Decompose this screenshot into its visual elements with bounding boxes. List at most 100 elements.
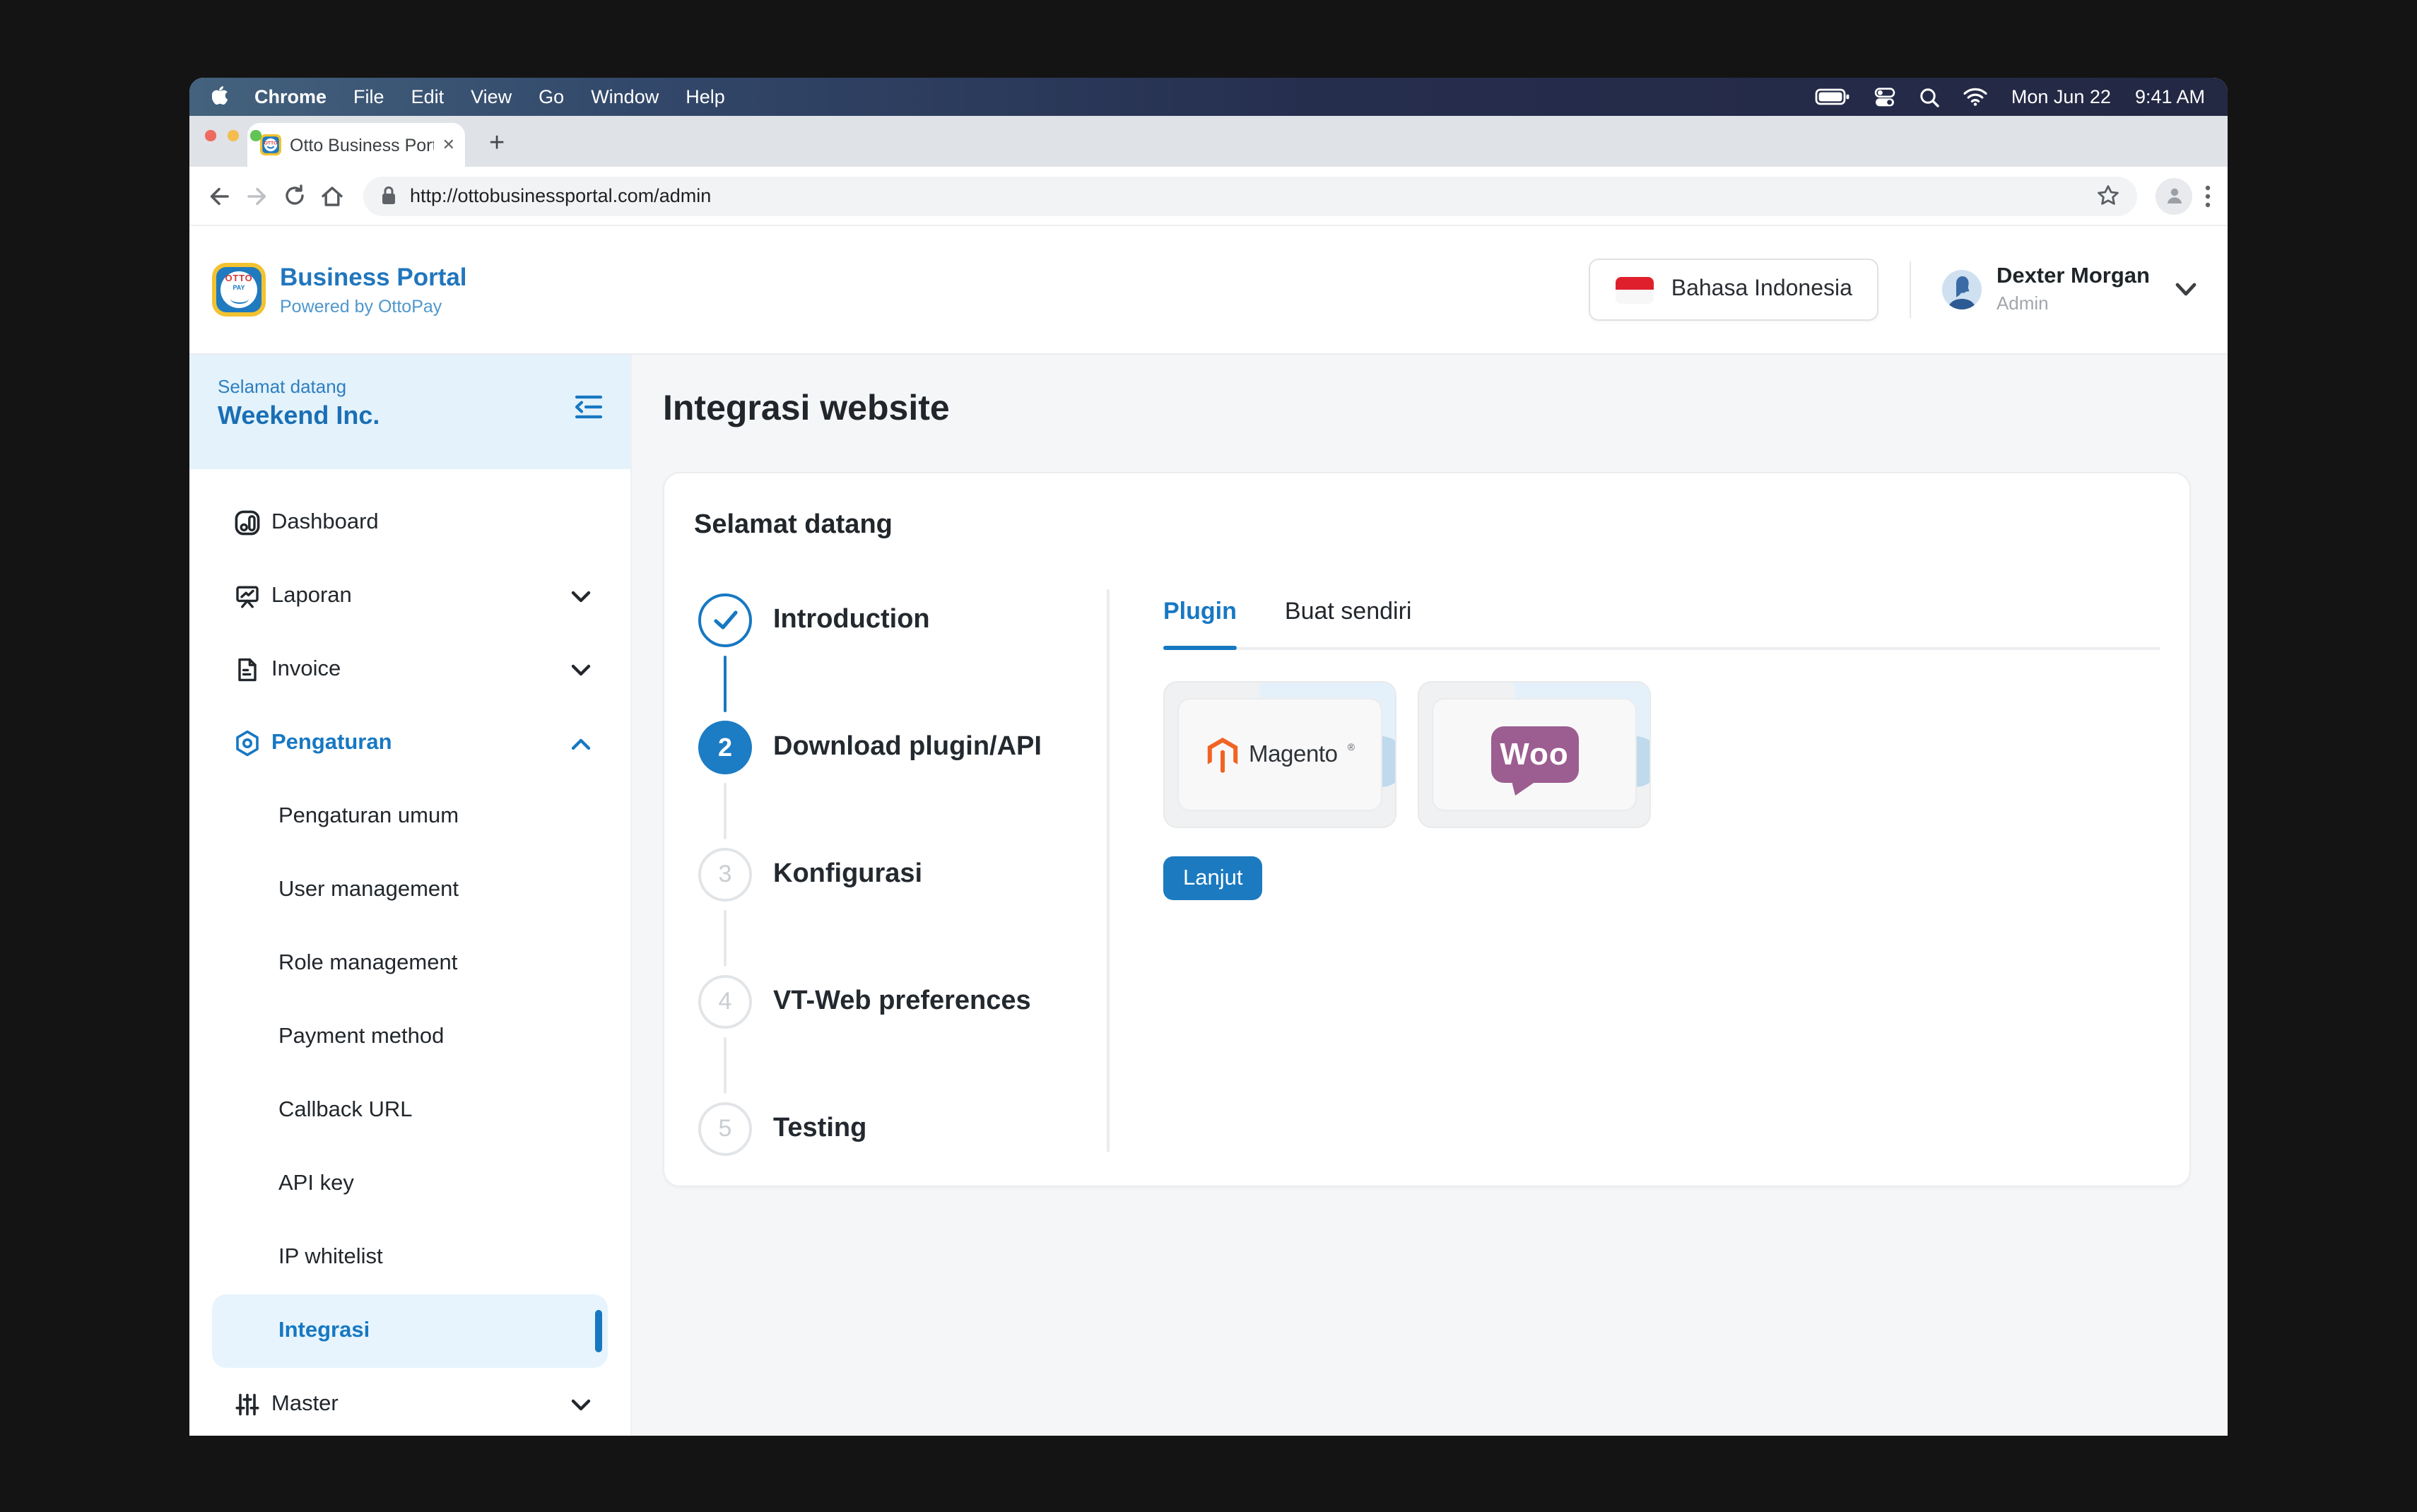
- sidebar-item-master[interactable]: Master: [189, 1368, 630, 1436]
- browser-profile-icon[interactable]: [2156, 177, 2192, 214]
- sidebar-subitem-payment-method[interactable]: Payment method: [189, 1000, 630, 1074]
- sidebar-subitem-integrasi[interactable]: Integrasi: [212, 1294, 608, 1368]
- continue-button[interactable]: Lanjut: [1163, 856, 1262, 900]
- menubar-app-name[interactable]: Chrome: [254, 86, 327, 107]
- step-number: 4: [698, 975, 752, 1029]
- menubar-clock[interactable]: 9:41 AM: [2135, 86, 2205, 107]
- spotlight-search-icon[interactable]: [1919, 87, 1939, 107]
- subitem-label: Payment method: [278, 1024, 444, 1050]
- subitem-label: Integrasi: [278, 1318, 370, 1344]
- apple-icon[interactable]: [212, 86, 230, 107]
- language-selector[interactable]: Bahasa Indonesia: [1589, 259, 1879, 321]
- plugin-name: Magento: [1249, 741, 1338, 768]
- ottopay-logo: OTTO PAY: [212, 263, 266, 317]
- sidebar-item-label: Laporan: [271, 584, 352, 609]
- wifi-icon[interactable]: [1963, 88, 1987, 106]
- trademark-mark: ®: [1348, 743, 1355, 752]
- invoice-icon: [233, 656, 261, 684]
- language-label: Bahasa Indonesia: [1671, 277, 1852, 302]
- step-number: 2: [698, 721, 752, 774]
- lock-icon: [380, 185, 397, 206]
- menubar-go[interactable]: Go: [539, 86, 564, 107]
- home-icon[interactable]: [319, 183, 345, 208]
- report-icon: [233, 582, 261, 610]
- plugin-tile-woocommerce[interactable]: Woo: [1418, 681, 1651, 828]
- chevron-down-icon: [571, 1398, 591, 1411]
- woocommerce-logo: Woo: [1490, 726, 1578, 783]
- control-center-icon[interactable]: [1874, 87, 1895, 107]
- window-minimize-button[interactable]: [228, 130, 238, 141]
- back-icon[interactable]: [206, 183, 232, 208]
- tab-close-icon[interactable]: ✕: [442, 136, 455, 154]
- sidebar-item-label: Pengaturan: [271, 731, 392, 756]
- portal-header: OTTO PAY Business Portal Powered by Otto…: [189, 226, 2228, 355]
- window-zoom-button[interactable]: [250, 130, 261, 141]
- tab-favicon: OTTO: [260, 134, 281, 155]
- browser-toolbar: http://ottobusinessportal.com/admin: [189, 167, 2228, 226]
- sidebar: Selamat datang Weekend Inc. Dashboard: [189, 355, 632, 1436]
- sidebar-collapse-icon[interactable]: [572, 391, 605, 423]
- user-menu-chevron-icon[interactable]: [2175, 283, 2197, 297]
- subitem-label: IP whitelist: [278, 1245, 383, 1270]
- card-divider: [1107, 589, 1109, 1152]
- sidebar-item-laporan[interactable]: Laporan: [189, 560, 630, 633]
- chevron-down-icon: [571, 590, 591, 603]
- portal-subtitle: Powered by OttoPay: [280, 297, 467, 317]
- magento-logo-icon: [1205, 736, 1239, 774]
- sidebar-subitem-callback-url[interactable]: Callback URL: [189, 1074, 630, 1147]
- welcome-label: Selamat datang: [218, 376, 602, 397]
- step-number: 3: [698, 848, 752, 902]
- sidebar-item-label: Master: [271, 1392, 339, 1417]
- menubar-edit[interactable]: Edit: [411, 86, 445, 107]
- sidebar-item-pengaturan[interactable]: Pengaturan: [189, 707, 630, 780]
- tab-buat-sendiri[interactable]: Buat sendiri: [1285, 598, 1412, 626]
- sidebar-subitem-api-key[interactable]: API key: [189, 1147, 630, 1221]
- sidebar-subitem-pengaturan-umum[interactable]: Pengaturan umum: [189, 780, 630, 854]
- macos-screen: Chrome File Edit View Go Window Help: [189, 78, 2228, 1436]
- step-konfigurasi[interactable]: 3 Konfigurasi: [698, 811, 1107, 938]
- window-close-button[interactable]: [205, 130, 216, 141]
- browser-menu-icon[interactable]: [2205, 184, 2211, 207]
- subitem-label: Callback URL: [278, 1098, 413, 1123]
- forward-icon[interactable]: [245, 183, 270, 208]
- tab-plugin[interactable]: Plugin: [1163, 598, 1237, 626]
- menubar-file[interactable]: File: [353, 86, 384, 107]
- macos-menubar: Chrome File Edit View Go Window Help: [189, 78, 2228, 116]
- sidebar-subitem-role-management[interactable]: Role management: [189, 927, 630, 1000]
- step-label: Konfigurasi: [773, 859, 922, 890]
- logo-sub: PAY: [233, 286, 245, 293]
- sidebar-welcome-block: Selamat datang Weekend Inc.: [189, 355, 630, 469]
- new-tab-button[interactable]: +: [489, 130, 505, 157]
- bookmark-star-icon[interactable]: [2096, 184, 2120, 208]
- address-bar[interactable]: http://ottobusinessportal.com/admin: [363, 176, 2137, 215]
- chevron-up-icon: [571, 737, 591, 750]
- sliders-icon: [233, 1390, 261, 1419]
- user-avatar[interactable]: [1943, 270, 1982, 309]
- desktop: Chrome File Edit View Go Window Help: [0, 0, 2417, 1512]
- sidebar-subitem-user-management[interactable]: User management: [189, 854, 630, 927]
- browser-tab[interactable]: OTTO Otto Business Portal ✕: [247, 123, 465, 167]
- step-testing[interactable]: 5 Testing: [698, 1065, 1107, 1193]
- reload-icon[interactable]: [283, 184, 307, 208]
- menubar-view[interactable]: View: [471, 86, 512, 107]
- subitem-label: User management: [278, 878, 459, 903]
- menubar-date[interactable]: Mon Jun 22: [2011, 86, 2111, 107]
- battery-icon[interactable]: [1815, 88, 1850, 106]
- url-text: http://ottobusinessportal.com/admin: [410, 185, 711, 206]
- step-check-icon: [698, 593, 752, 647]
- company-name: Weekend Inc.: [218, 401, 602, 431]
- plugin-tile-magento[interactable]: Magento ®: [1163, 681, 1396, 828]
- sidebar-item-invoice[interactable]: Invoice: [189, 633, 630, 707]
- portal-title: Business Portal: [280, 263, 467, 293]
- step-introduction[interactable]: Introduction: [698, 557, 1107, 684]
- sidebar-item-dashboard[interactable]: Dashboard: [189, 486, 630, 560]
- menubar-help[interactable]: Help: [686, 86, 725, 107]
- menubar-window[interactable]: Window: [591, 86, 659, 107]
- subitem-label: API key: [278, 1171, 354, 1197]
- step-download-plugin[interactable]: 2 Download plugin/API: [698, 684, 1107, 811]
- sidebar-subitem-ip-whitelist[interactable]: IP whitelist: [189, 1221, 630, 1294]
- step-vtweb-preferences[interactable]: 4 VT-Web preferences: [698, 938, 1107, 1065]
- step-label: VT-Web preferences: [773, 986, 1031, 1017]
- step-label: Download plugin/API: [773, 732, 1042, 763]
- user-role: Admin: [1996, 293, 2150, 314]
